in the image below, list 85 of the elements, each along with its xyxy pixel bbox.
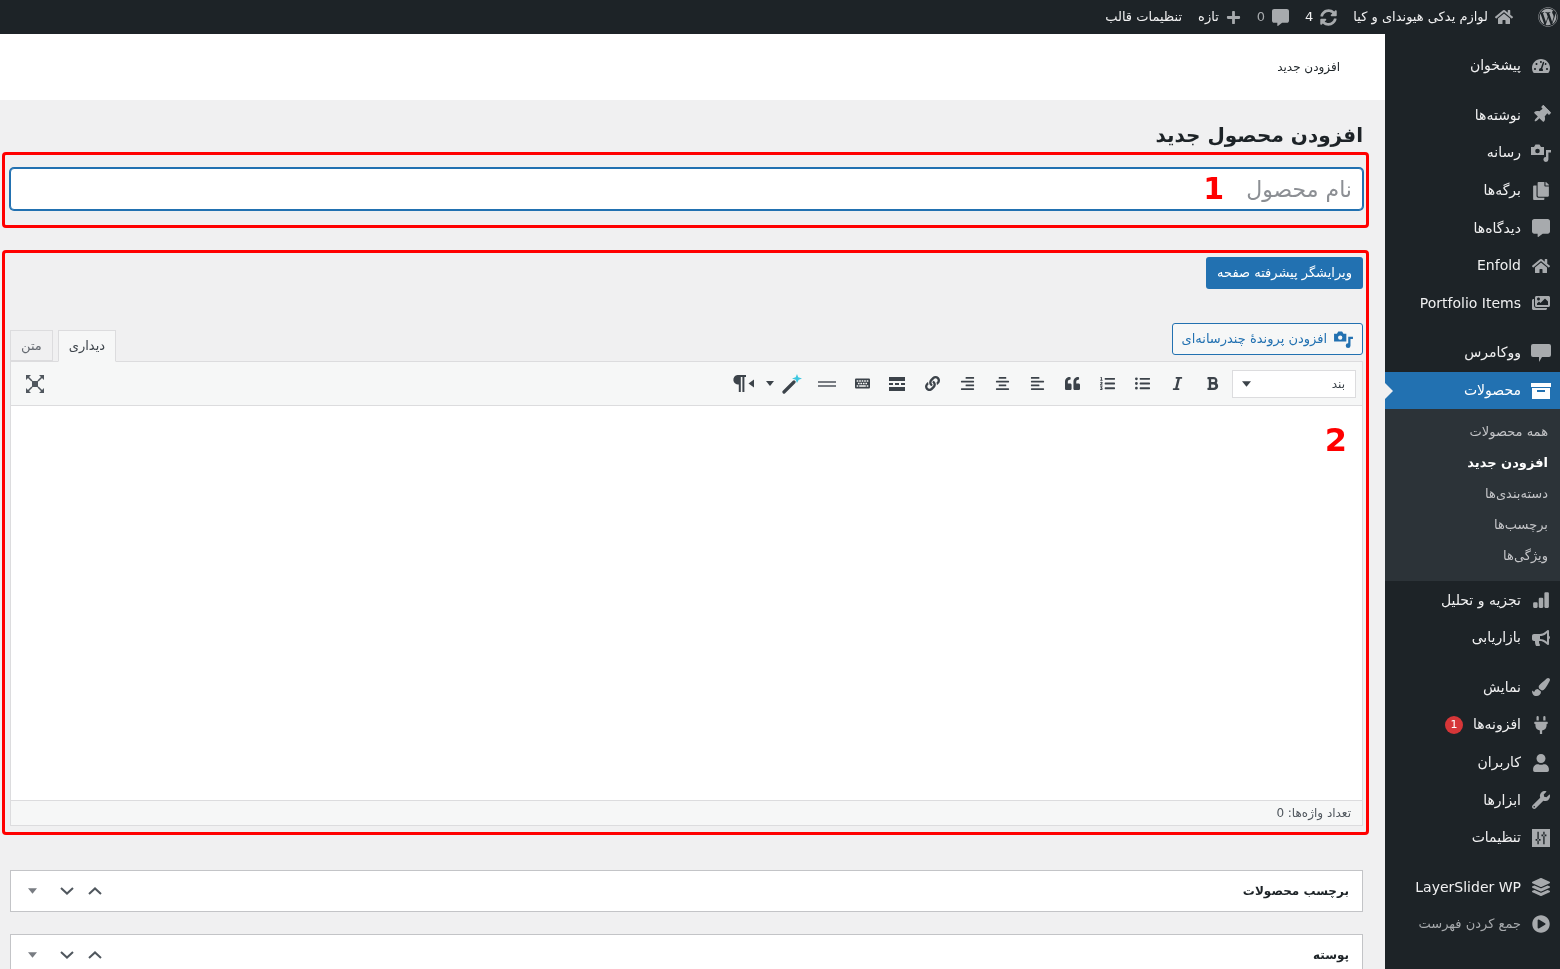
submenu-item[interactable]: برچسب‌ها bbox=[1385, 509, 1560, 541]
caret-down-icon bbox=[1242, 380, 1251, 387]
annotation-number: 1 bbox=[1203, 174, 1224, 204]
paragraph-direction-icon bbox=[732, 375, 754, 392]
sidebar-item[interactable]: نمایش bbox=[1385, 668, 1560, 707]
bold-icon bbox=[1204, 376, 1220, 391]
paintbrush-icon bbox=[1532, 678, 1550, 697]
wrench-icon bbox=[1532, 791, 1550, 810]
move-down-icon[interactable] bbox=[60, 887, 74, 895]
page-heading: افزودن محصول جدید bbox=[1154, 122, 1363, 148]
page-builder-button[interactable]: ویرایشگر پیشرفته صفحه bbox=[1206, 257, 1363, 289]
comments-link[interactable]: 0 bbox=[1248, 0, 1298, 34]
sidebar-item[interactable]: تجزیه و تحلیل bbox=[1385, 581, 1560, 619]
user-icon bbox=[1532, 753, 1550, 772]
move-down-icon[interactable] bbox=[60, 951, 74, 959]
quote-icon bbox=[1064, 376, 1080, 391]
sidebar-item[interactable]: ووکامرس bbox=[1385, 334, 1560, 372]
editor-content-area[interactable]: 2 bbox=[11, 406, 1362, 800]
images-icon bbox=[1532, 294, 1550, 313]
toggle-caret-icon[interactable] bbox=[28, 888, 37, 894]
word-count: تعداد واژه‌ها: 0 bbox=[1276, 805, 1351, 822]
align-center-icon bbox=[994, 376, 1010, 391]
submenu-item[interactable]: همه محصولات bbox=[1385, 416, 1560, 448]
pages-icon bbox=[1532, 181, 1550, 200]
editor-tab[interactable]: متن bbox=[10, 330, 53, 361]
submenu-item[interactable]: ویژگی‌ها bbox=[1385, 540, 1560, 572]
magic-wand-icon bbox=[782, 373, 802, 394]
theme-settings-link[interactable]: تنظیمات قالب bbox=[1097, 0, 1191, 34]
sidebar-item[interactable]: بازاریابی bbox=[1385, 618, 1560, 657]
collapse-menu-button[interactable]: جمع کردن فهرست bbox=[1385, 906, 1560, 943]
format-select[interactable]: بند bbox=[1232, 369, 1356, 398]
submenu-item[interactable]: دسته‌بندی‌ها bbox=[1385, 478, 1560, 510]
site-name-link[interactable]: لوازم یدکی هیوندای و کیا bbox=[1345, 0, 1521, 34]
sidebar-item[interactable]: نوشته‌ها bbox=[1385, 96, 1560, 135]
sidebar-item[interactable]: Portfolio Items bbox=[1385, 284, 1560, 323]
plus-icon bbox=[1225, 9, 1241, 25]
bullet-list-icon bbox=[1134, 376, 1150, 391]
fullscreen-icon bbox=[26, 374, 44, 393]
align-left-icon bbox=[1029, 376, 1045, 391]
numbered-list-icon bbox=[1099, 376, 1115, 391]
read-more-icon bbox=[889, 376, 905, 391]
updates-link[interactable]: 4 bbox=[1297, 0, 1346, 34]
editor-tab[interactable]: دیداری bbox=[57, 330, 117, 362]
sidebar-item[interactable]: پیشخوان bbox=[1385, 47, 1560, 85]
new-content-link[interactable]: تازه bbox=[1190, 0, 1249, 34]
logo-icon[interactable] bbox=[1538, 7, 1558, 27]
home-icon bbox=[1495, 8, 1513, 26]
sync-icon bbox=[1320, 8, 1338, 26]
postbox-title: پوسته bbox=[1313, 947, 1349, 964]
home-icon bbox=[1532, 256, 1550, 275]
speech-bubble-icon bbox=[1272, 8, 1290, 26]
sidebar-item[interactable]: LayerSlider WP bbox=[1385, 868, 1560, 907]
horizontal-line-icon bbox=[818, 380, 836, 387]
add-media-button[interactable]: افزودن پروندهٔ چندرسانه‌ای bbox=[1171, 323, 1363, 355]
layers-icon bbox=[1532, 878, 1550, 897]
camera-note-icon bbox=[1334, 330, 1353, 348]
count-badge: 1 bbox=[1444, 715, 1463, 734]
bar-chart-icon bbox=[1532, 591, 1550, 610]
speech-bubble-icon bbox=[1532, 219, 1550, 238]
annotation-number: 2 bbox=[1324, 424, 1347, 456]
align-right-icon bbox=[959, 376, 975, 391]
postbox-title: برچسب محصولات bbox=[1242, 883, 1349, 900]
move-up-icon[interactable] bbox=[88, 887, 102, 895]
sidebar-item[interactable]: ابزارها bbox=[1385, 781, 1560, 819]
camera-note-icon bbox=[1531, 144, 1551, 162]
plug-icon bbox=[1532, 715, 1550, 734]
sidebar-item[interactable]: کاربران bbox=[1385, 743, 1560, 782]
bubble-logo-icon bbox=[1531, 343, 1551, 362]
toggle-caret-icon[interactable] bbox=[28, 952, 37, 958]
sidebar-item[interactable]: تنظیمات bbox=[1385, 818, 1560, 857]
submenu-item[interactable]: افزودن جدید bbox=[1385, 447, 1560, 479]
sidebar-item[interactable]: محصولات bbox=[1385, 371, 1560, 410]
sidebar-item[interactable]: برگه‌ها bbox=[1385, 171, 1560, 210]
archive-box-icon bbox=[1531, 382, 1551, 399]
sliders-icon bbox=[1532, 828, 1550, 847]
caret-down-icon bbox=[766, 381, 774, 386]
sidebar-item[interactable]: Enfold bbox=[1385, 246, 1560, 285]
megaphone-icon bbox=[1532, 628, 1550, 647]
keyboard-icon bbox=[854, 376, 870, 391]
sidebar-item[interactable]: دیدگاه‌ها bbox=[1385, 209, 1560, 247]
gauge-icon bbox=[1532, 56, 1550, 75]
link-icon bbox=[924, 376, 940, 391]
sidebar-item[interactable]: رسانه bbox=[1385, 134, 1560, 172]
move-up-icon[interactable] bbox=[88, 951, 102, 959]
screen-header-title: افزودن جدید bbox=[1277, 59, 1340, 76]
